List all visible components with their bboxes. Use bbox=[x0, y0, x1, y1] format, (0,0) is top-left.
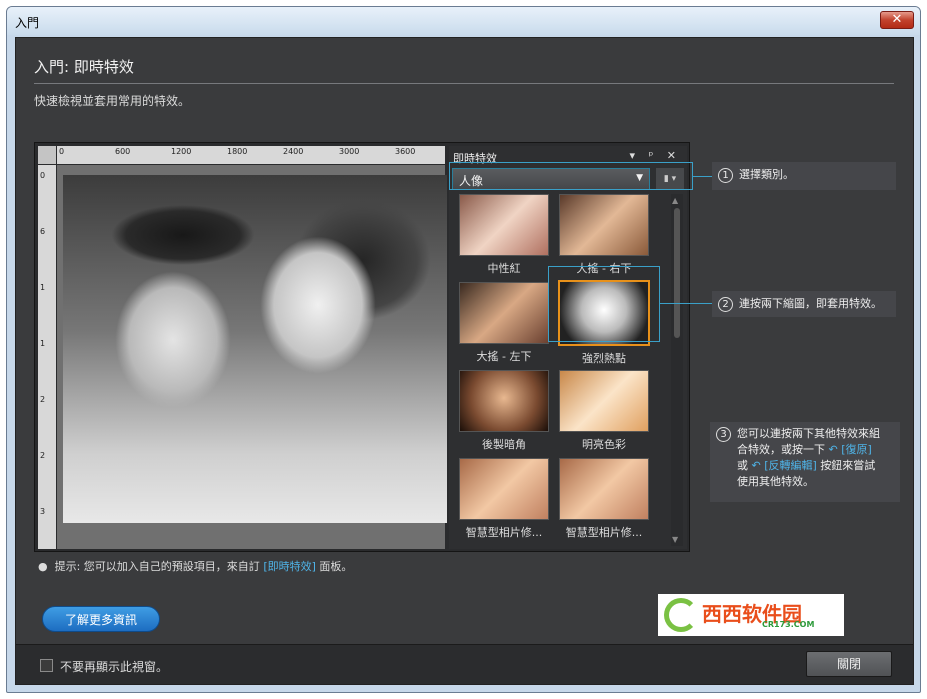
scroll-thumb[interactable] bbox=[674, 208, 680, 338]
effect-thumbnail[interactable]: 智慧型相片修... bbox=[455, 458, 553, 540]
callout-number: 2 bbox=[718, 297, 733, 312]
panel-controls[interactable]: ▾ ᵖ ✕ bbox=[630, 149, 681, 162]
window-close-button[interactable]: ✕ bbox=[880, 11, 914, 29]
tip-prefix: 提示: 您可以加入自己的預設項目，來自訂 bbox=[54, 560, 260, 573]
scroll-up-icon[interactable]: ▲ bbox=[672, 196, 678, 205]
dont-show-again-checkbox[interactable] bbox=[40, 659, 53, 672]
ruler-label: 1 bbox=[40, 283, 46, 292]
close-button[interactable]: 關閉 bbox=[806, 651, 892, 677]
panel-scrollbar[interactable]: ▲ ▼ bbox=[671, 194, 683, 546]
callout-number: 3 bbox=[716, 427, 731, 442]
callout-leader bbox=[693, 176, 713, 177]
couple-photo bbox=[63, 175, 447, 523]
logo-icon bbox=[664, 598, 698, 632]
effect-preview bbox=[459, 370, 549, 432]
effect-label: 大搖 - 左下 bbox=[476, 350, 532, 363]
ruler-label: 6 bbox=[40, 227, 46, 236]
effect-thumbnail[interactable]: 大搖 - 左下 bbox=[455, 282, 553, 364]
window-title: 入門 bbox=[15, 16, 40, 30]
ruler-label: 3 bbox=[40, 507, 46, 516]
ruler-label: 3000 bbox=[339, 147, 360, 156]
canvas-area bbox=[57, 165, 447, 549]
effect-label: 智慧型相片修... bbox=[465, 526, 543, 539]
title-bar: 入門 ✕ bbox=[7, 7, 920, 35]
watermark-logo: 西西软件园 CR173.COM bbox=[658, 594, 844, 636]
dialog-content: 入門: 即時特效 快速檢視並套用常用的特效。 0 600 1200 1800 2… bbox=[15, 37, 914, 685]
ruler-label: 1200 bbox=[171, 147, 192, 156]
effect-label: 中性紅 bbox=[487, 262, 521, 275]
ruler-label: 600 bbox=[115, 147, 131, 156]
effect-preview bbox=[559, 458, 649, 520]
ruler-label: 0 bbox=[59, 147, 65, 156]
ruler-label: 2 bbox=[40, 395, 46, 404]
effect-thumbnail[interactable]: 大搖 - 右下 bbox=[555, 194, 653, 276]
callout-leader bbox=[660, 303, 712, 304]
demo-screenshot: 0 600 1200 1800 2400 3000 3600 0 6 1 1 2… bbox=[34, 142, 690, 552]
effect-thumbnail[interactable]: 智慧型相片修... bbox=[555, 458, 653, 540]
callout-2: 2 連按兩下縮圖，即套用特效。 bbox=[712, 291, 896, 317]
effect-preview bbox=[559, 194, 649, 256]
instant-effects-panel: 即時特效 ▾ ᵖ ✕ 人像 ▼ ▮ ▾ 中性紅 大搖 - 右下 大搖 - 左下 … bbox=[449, 146, 687, 549]
effect-label: 智慧型相片修... bbox=[565, 526, 643, 539]
callout-3: 3 您可以連按兩下其他特效來組 合特效，或按一下 ↶ [復原] 或 ↶ [反轉編輯… bbox=[710, 422, 900, 502]
undo-icon: ↶ bbox=[828, 443, 838, 456]
ruler-label: 1 bbox=[40, 339, 46, 348]
effect-thumbnail[interactable]: 後製暗角 bbox=[455, 370, 553, 452]
callout-text: 或 bbox=[737, 459, 748, 472]
bullet-icon: ● bbox=[38, 560, 48, 573]
effect-label: 強烈熱點 bbox=[582, 352, 626, 365]
scroll-down-icon[interactable]: ▼ bbox=[672, 535, 678, 544]
thumbnail-grid: 中性紅 大搖 - 右下 大搖 - 左下 強烈熱點 後製暗角 明亮色彩 智慧型相片… bbox=[455, 194, 667, 546]
tip-text: ● 提示: 您可以加入自己的預設項目，來自訂 [即時特效] 面板。 bbox=[38, 558, 352, 574]
dialog-window: 入門 ✕ 入門: 即時特效 快速檢視並套用常用的特效。 0 600 1200 1… bbox=[6, 6, 921, 693]
callout-number: 1 bbox=[718, 168, 733, 183]
ruler-label: 1800 bbox=[227, 147, 248, 156]
callout-text: 連按兩下縮圖，即套用特效。 bbox=[739, 297, 882, 310]
callout-text: 按鈕來嘗試 bbox=[820, 459, 876, 472]
page-subtitle: 快速檢視並套用常用的特效。 bbox=[34, 94, 191, 108]
effect-preview bbox=[559, 370, 649, 432]
effect-preview bbox=[459, 282, 549, 344]
dialog-footer: 不要再顯示此視窗。 關閉 bbox=[16, 644, 913, 684]
effect-thumbnail[interactable]: 明亮色彩 bbox=[555, 370, 653, 452]
ruler-label: 2400 bbox=[283, 147, 304, 156]
effect-thumbnail[interactable]: 中性紅 bbox=[455, 194, 553, 276]
effect-label: 明亮色彩 bbox=[582, 438, 626, 451]
logo-subtext: CR173.COM bbox=[762, 620, 815, 629]
ruler-label: 0 bbox=[40, 171, 46, 180]
callout-text: 使用其他特效。 bbox=[737, 475, 814, 488]
tip-suffix: 面板。 bbox=[319, 560, 353, 573]
dont-show-again-label[interactable]: 不要再顯示此視窗。 bbox=[60, 658, 168, 675]
category-highlight bbox=[449, 162, 693, 190]
ruler-label: 2 bbox=[40, 451, 46, 460]
callout-text: 選擇類別。 bbox=[739, 168, 794, 181]
ruler-label: 3600 bbox=[395, 147, 416, 156]
ruler-horizontal: 0 600 1200 1800 2400 3000 3600 bbox=[57, 146, 445, 164]
thumbnail-highlight bbox=[548, 266, 660, 342]
redo-icon: ↶ bbox=[751, 459, 761, 472]
effect-label: 後製暗角 bbox=[482, 438, 526, 451]
ruler-corner bbox=[38, 146, 56, 164]
learn-more-button[interactable]: 了解更多資訊 bbox=[42, 606, 160, 632]
callout-1: 1 選擇類別。 bbox=[712, 162, 896, 190]
title-divider bbox=[34, 83, 894, 84]
effect-preview bbox=[459, 458, 549, 520]
ruler-vertical: 0 6 1 1 2 2 3 bbox=[38, 165, 56, 549]
redo-label: [反轉編輯] bbox=[764, 459, 817, 472]
tip-link: [即時特效] bbox=[263, 560, 316, 573]
effect-preview bbox=[459, 194, 549, 256]
callout-text: 合特效，或按一下 bbox=[737, 443, 825, 456]
page-title: 入門: 即時特效 bbox=[34, 58, 134, 76]
undo-label: [復原] bbox=[841, 443, 872, 456]
callout-text: 您可以連按兩下其他特效來組 bbox=[737, 427, 880, 440]
